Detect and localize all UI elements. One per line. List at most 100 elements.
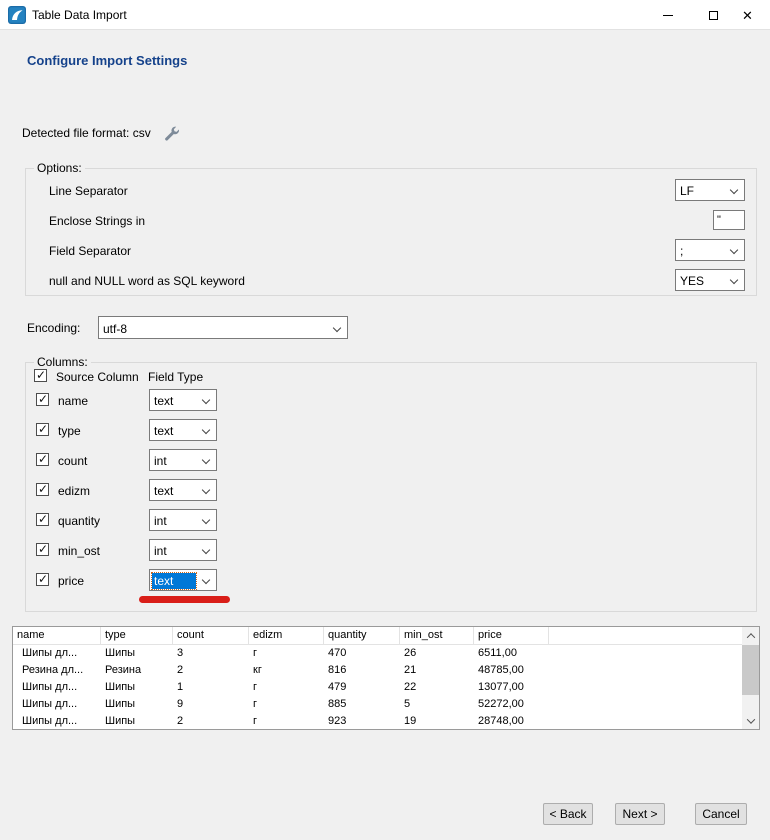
column-checkbox-edizm[interactable]	[36, 483, 49, 496]
wrench-icon[interactable]	[163, 125, 179, 141]
minimize-button[interactable]	[645, 0, 690, 30]
cell: 9	[173, 696, 249, 713]
preview-header-cell: edizm	[249, 627, 324, 644]
chevron-down-icon	[730, 246, 738, 254]
enclose-strings-input[interactable]	[713, 210, 745, 230]
options-group-label: Options:	[34, 161, 85, 175]
cell: 3	[173, 645, 249, 662]
cell: 1	[173, 679, 249, 696]
field-type-select-count[interactable]: int	[149, 449, 217, 471]
cell: 923	[324, 713, 400, 730]
chevron-down-icon	[730, 276, 738, 284]
cell: 885	[324, 696, 400, 713]
field-separator-select[interactable]: ;	[675, 239, 745, 261]
chevron-down-icon	[333, 324, 341, 332]
cell: Шипы	[101, 713, 173, 730]
cell: г	[249, 713, 324, 730]
column-min-ost-label: min_ost	[58, 544, 100, 558]
chevron-down-icon	[730, 186, 738, 194]
chevron-down-icon	[202, 456, 210, 464]
page-title: Configure Import Settings	[27, 53, 187, 68]
cell: 5	[400, 696, 474, 713]
cell: 2	[173, 662, 249, 679]
close-button[interactable]: ✕	[725, 0, 770, 30]
cancel-button[interactable]: Cancel	[695, 803, 747, 825]
null-keyword-label: null and NULL word as SQL keyword	[49, 274, 245, 288]
field-type-value: int	[154, 513, 196, 529]
cell: 21	[400, 662, 474, 679]
field-separator-value: ;	[680, 243, 724, 259]
preview-header-cell: name	[13, 627, 101, 644]
encoding-label: Encoding:	[27, 321, 80, 335]
line-separator-label: Line Separator	[49, 184, 128, 198]
column-name-label: name	[58, 394, 88, 408]
field-type-select-type[interactable]: text	[149, 419, 217, 441]
field-type-select-name[interactable]: text	[149, 389, 217, 411]
cell: кг	[249, 662, 324, 679]
chevron-down-icon	[746, 715, 754, 723]
table-row: Шипы дл... Шипы 3 г 470 26 6511,00	[13, 645, 759, 662]
preview-header-cell: price	[474, 627, 549, 644]
encoding-select[interactable]: utf-8	[98, 316, 348, 339]
cell: 19	[400, 713, 474, 730]
cell: 470	[324, 645, 400, 662]
source-column-header: Source Column	[56, 370, 139, 384]
select-all-columns-checkbox[interactable]	[34, 369, 47, 382]
preview-header-filler	[549, 627, 759, 644]
column-price-label: price	[58, 574, 84, 588]
enclose-strings-label: Enclose Strings in	[49, 214, 145, 228]
cell: 816	[324, 662, 400, 679]
cell: 52272,00	[474, 696, 549, 713]
cell: Шипы дл...	[13, 645, 101, 662]
field-type-select-price[interactable]: text	[149, 569, 217, 591]
field-type-header: Field Type	[148, 370, 203, 384]
cell: Резина дл...	[13, 662, 101, 679]
vertical-scrollbar[interactable]	[742, 627, 759, 729]
table-row: Шипы дл... Шипы 1 г 479 22 13077,00	[13, 679, 759, 696]
column-type-label: type	[58, 424, 81, 438]
scroll-down-button[interactable]	[742, 712, 759, 729]
data-preview-table: name type count edizm quantity min_ost p…	[12, 626, 760, 730]
column-checkbox-count[interactable]	[36, 453, 49, 466]
cell: 479	[324, 679, 400, 696]
window-title: Table Data Import	[32, 8, 127, 22]
field-type-select-edizm[interactable]: text	[149, 479, 217, 501]
chevron-down-icon	[202, 516, 210, 524]
line-separator-value: LF	[680, 183, 724, 199]
table-row: Резина дл... Резина 2 кг 816 21 48785,00	[13, 662, 759, 679]
cell: Шипы дл...	[13, 696, 101, 713]
chevron-down-icon	[202, 396, 210, 404]
back-button[interactable]: < Back	[543, 803, 593, 825]
field-type-value: text	[154, 393, 196, 409]
field-type-value: int	[154, 543, 196, 559]
next-button[interactable]: Next >	[615, 803, 665, 825]
encoding-value: utf-8	[103, 321, 327, 337]
chevron-down-icon	[202, 426, 210, 434]
column-checkbox-price[interactable]	[36, 573, 49, 586]
columns-group-label: Columns:	[34, 355, 91, 369]
field-type-value: text	[154, 423, 196, 439]
scrollbar-thumb[interactable]	[742, 645, 759, 695]
options-groupbox: Options: Line Separator LF Enclose Strin…	[25, 168, 757, 296]
cell: 22	[400, 679, 474, 696]
field-type-select-quantity[interactable]: int	[149, 509, 217, 531]
cell: Шипы	[101, 696, 173, 713]
column-checkbox-name[interactable]	[36, 393, 49, 406]
scroll-up-button[interactable]	[742, 627, 759, 644]
column-edizm-label: edizm	[58, 484, 90, 498]
cell: Шипы	[101, 645, 173, 662]
cell: г	[249, 645, 324, 662]
column-checkbox-min-ost[interactable]	[36, 543, 49, 556]
chevron-down-icon	[202, 546, 210, 554]
column-quantity-label: quantity	[58, 514, 100, 528]
field-type-select-min-ost[interactable]: int	[149, 539, 217, 561]
cell: г	[249, 696, 324, 713]
annotation-red-underline	[139, 596, 230, 603]
null-keyword-value: YES	[680, 273, 724, 289]
minimize-icon	[663, 15, 673, 16]
null-keyword-select[interactable]: YES	[675, 269, 745, 291]
column-checkbox-type[interactable]	[36, 423, 49, 436]
column-count-label: count	[58, 454, 87, 468]
column-checkbox-quantity[interactable]	[36, 513, 49, 526]
line-separator-select[interactable]: LF	[675, 179, 745, 201]
